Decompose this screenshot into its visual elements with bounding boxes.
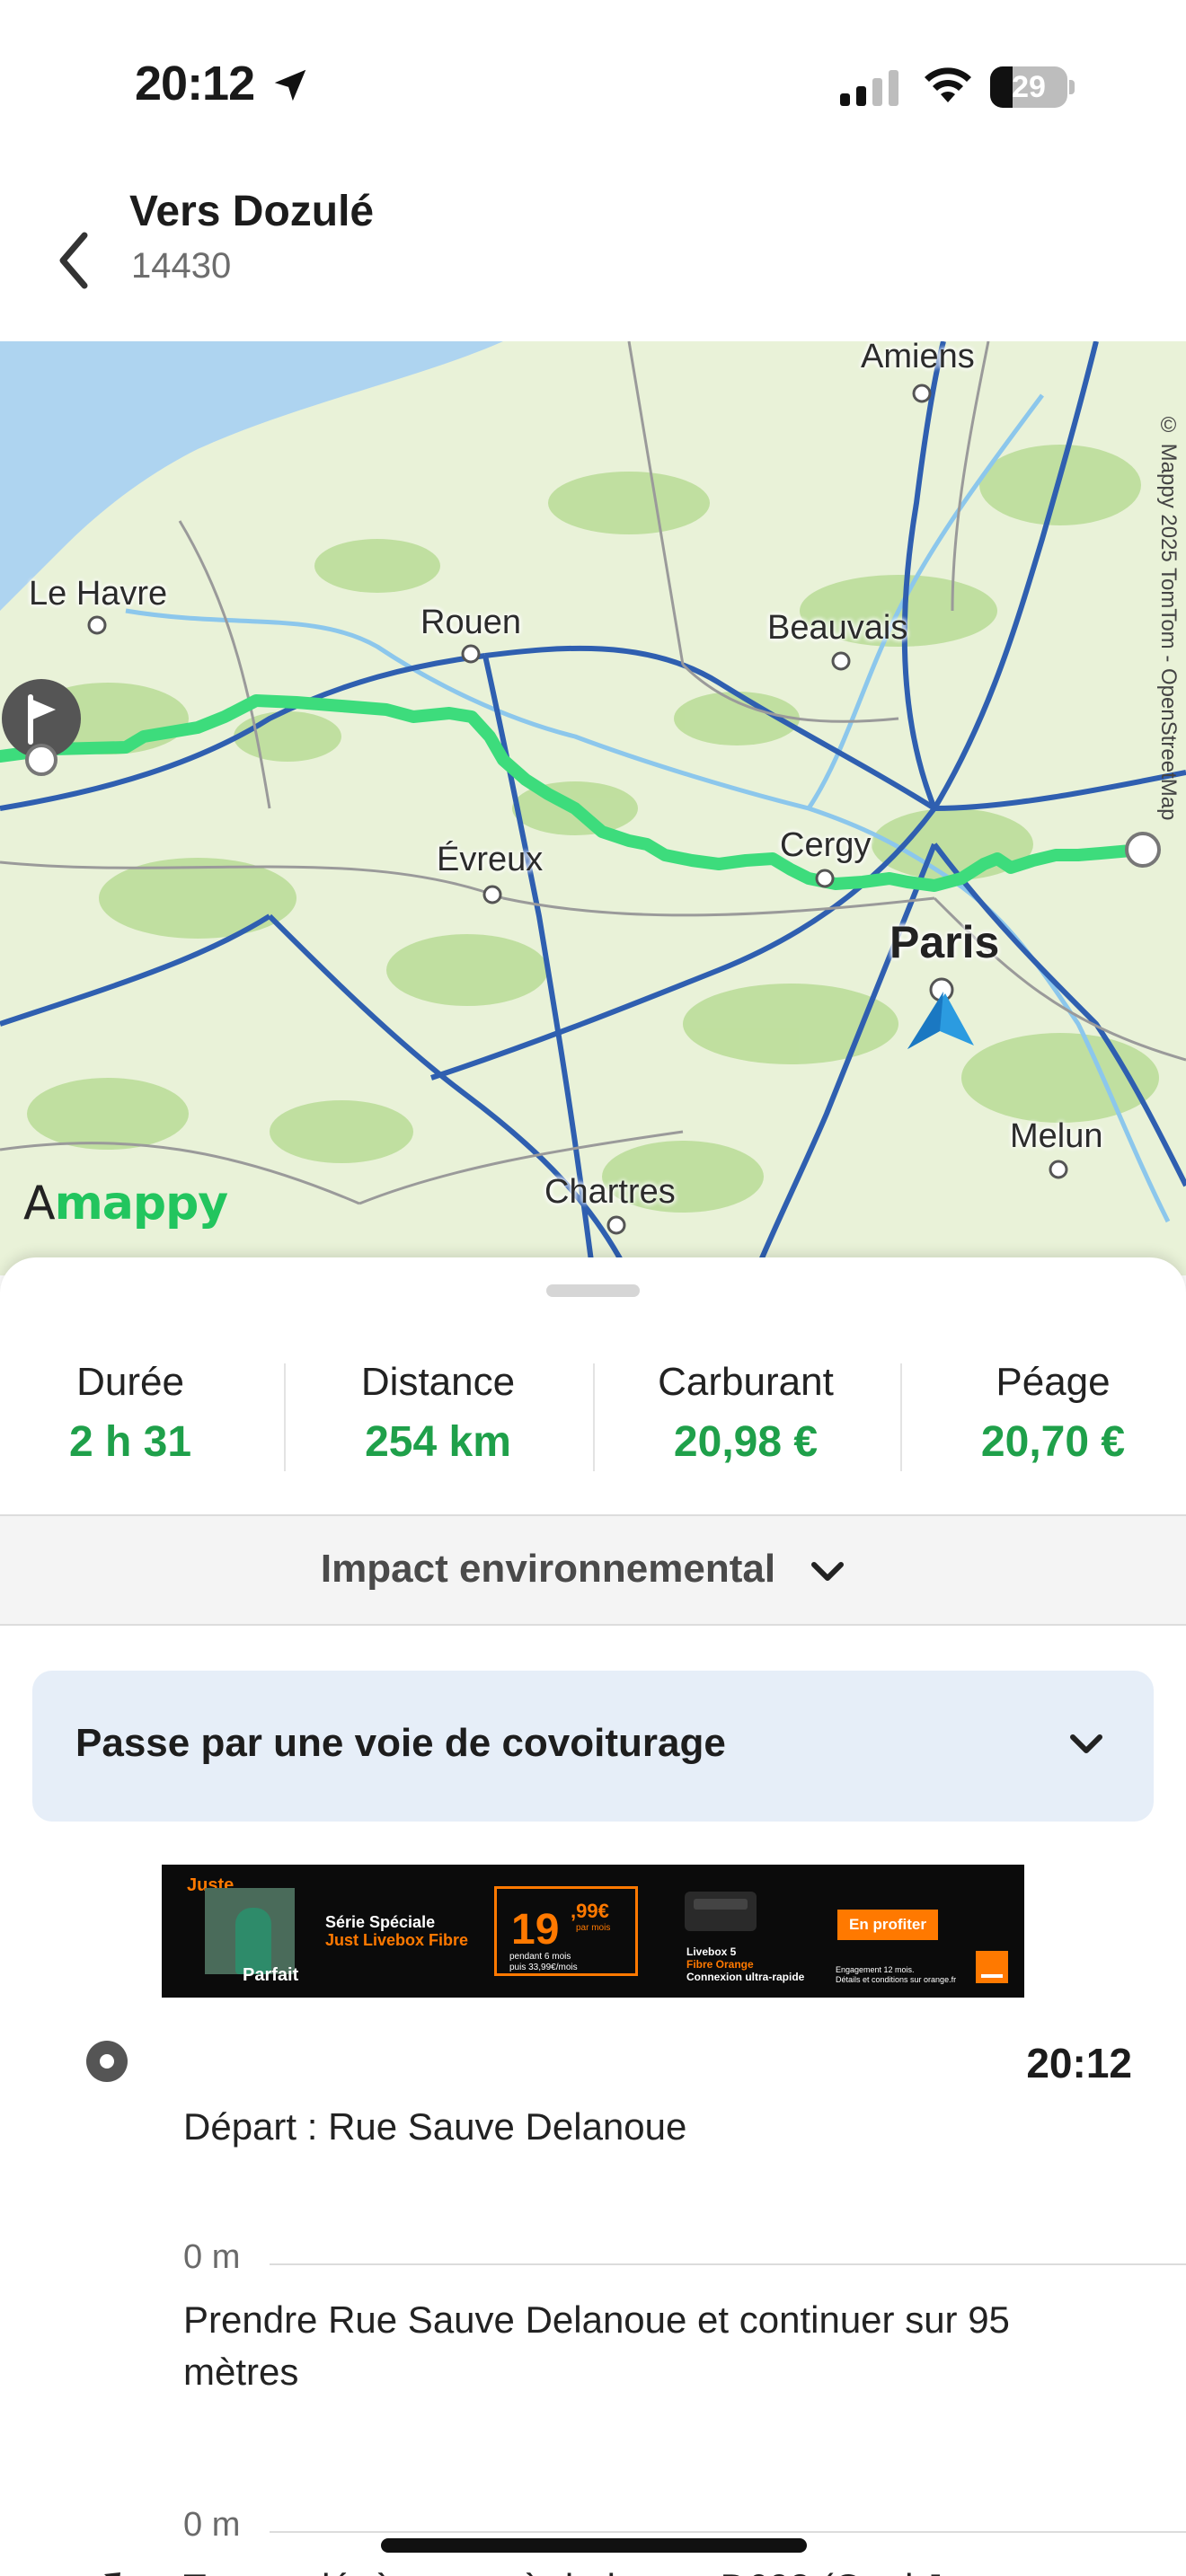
- map-label-paris: Paris: [890, 917, 1000, 967]
- mappy-logo: Amappy: [23, 1177, 228, 1231]
- divider: [593, 1363, 595, 1471]
- stat-carburant: Carburant 20,98 €: [593, 1356, 898, 1473]
- chevron-down-icon: [1070, 1734, 1102, 1753]
- map-attribution: © Mappy 2025 TomTom - OpenStreetMap: [1156, 413, 1181, 821]
- map-label-cergy: Cergy: [780, 826, 872, 864]
- divider: [284, 1363, 286, 1471]
- ad-banner[interactable]: Juste Parfait Série Spéciale Just Livebo…: [162, 1865, 1024, 1998]
- environment-impact-toggle[interactable]: Impact environnemental: [0, 1514, 1186, 1626]
- step-distance: 0 m: [183, 2506, 241, 2544]
- divider: [270, 2263, 1186, 2265]
- ad-conditions: Engagement 12 mois. Détails et conditions…: [836, 1965, 957, 1984]
- stat-value: 2 h 31: [68, 1418, 192, 1466]
- back-chevron-icon[interactable]: [49, 225, 102, 296]
- ad-fine-print: pendant 6 mois puis 33,99€/mois: [509, 1952, 578, 1972]
- environment-impact-label: Impact environnemental: [320, 1547, 776, 1591]
- stat-label: Carburant: [658, 1360, 834, 1404]
- departure-time: 20:12: [1026, 2040, 1132, 2086]
- home-indicator[interactable]: [381, 2538, 807, 2553]
- status-time: 20:12: [135, 57, 255, 110]
- ad-per-month: par mois: [576, 1923, 611, 1933]
- carpool-lane-card[interactable]: Passe par une voie de covoiturage: [32, 1671, 1154, 1822]
- map-label-amiens: Amiens: [861, 341, 975, 375]
- stat-value: 20,98 €: [673, 1418, 819, 1466]
- ad-text: Parfait: [243, 1965, 299, 1985]
- departure-icon: [86, 2041, 128, 2082]
- ad-price-box: 19 ,99€ par mois pendant 6 mois puis 33,9…: [494, 1886, 638, 1976]
- status-bar: 20:12 29: [0, 0, 1186, 171]
- map-label-rouen: Rouen: [420, 604, 521, 641]
- route-map[interactable]: Amiens Le Havre Rouen Beauvais Cergy Évr…: [0, 341, 1186, 1275]
- map-canvas: [0, 341, 1186, 1275]
- route-details-sheet: Durée 2 h 31 Distance 254 km Carburant 2…: [0, 1257, 1186, 2576]
- map-label-beauvais: Beauvais: [767, 609, 908, 647]
- stat-value: 20,70 €: [980, 1418, 1126, 1466]
- stat-label: Distance: [360, 1360, 516, 1404]
- current-position-icon: [907, 992, 974, 1049]
- cellular-signal-icon: [840, 70, 898, 106]
- map-label-melun: Melun: [1010, 1117, 1103, 1155]
- battery-icon: 29: [990, 66, 1075, 108]
- divider: [270, 2531, 1186, 2533]
- map-label-le-havre: Le Havre: [29, 575, 168, 613]
- destination-postcode: 14430: [131, 246, 232, 286]
- wifi-icon: [925, 67, 971, 102]
- carpool-lane-label: Passe par une voie de covoiturage: [75, 1721, 726, 1765]
- ad-cta-button[interactable]: En profiter: [837, 1910, 938, 1940]
- route-header: Vers Dozulé 14430: [0, 171, 1186, 341]
- step-instruction: Tourner légèrement à droite sur D603 (Qu…: [183, 2562, 1082, 2576]
- turn-slight-right-icon: [104, 2572, 120, 2576]
- ad-title: Série Spéciale: [325, 1913, 436, 1931]
- ad-price-cents: ,99€: [571, 1900, 609, 1922]
- divider: [900, 1363, 902, 1471]
- livebox-icon: [685, 1892, 757, 1931]
- step-distance: 0 m: [183, 2238, 241, 2276]
- ad-livebox-text: Livebox 5 Fibre Orange Connexion ultra-r…: [686, 1945, 805, 1983]
- destination-title: Vers Dozulé: [129, 188, 375, 235]
- ad-photo: [205, 1888, 295, 1974]
- battery-level: 29: [1012, 70, 1046, 104]
- stat-value: 254 km: [365, 1418, 511, 1466]
- map-label-evreux: Évreux: [437, 841, 544, 878]
- chevron-down-icon: [811, 1562, 844, 1581]
- sheet-grabber[interactable]: [546, 1284, 640, 1297]
- stat-distance: Distance 254 km: [288, 1356, 589, 1473]
- stat-label: Péage: [996, 1360, 1111, 1404]
- ad-price: 19: [511, 1906, 560, 1954]
- step-instruction: Prendre Rue Sauve Delanoue et continuer …: [183, 2298, 1010, 2393]
- orange-logo: [976, 1951, 1008, 1983]
- location-arrow-icon: [274, 69, 306, 101]
- departure-text: Départ : Rue Sauve Delanoue: [183, 2105, 687, 2148]
- ad-subtitle: Just Livebox Fibre: [325, 1931, 469, 1949]
- stat-label: Durée: [76, 1360, 184, 1404]
- stat-peage: Péage 20,70 €: [902, 1356, 1186, 1473]
- stat-duree: Durée 2 h 31: [0, 1356, 261, 1473]
- map-label-chartres: Chartres: [544, 1173, 676, 1211]
